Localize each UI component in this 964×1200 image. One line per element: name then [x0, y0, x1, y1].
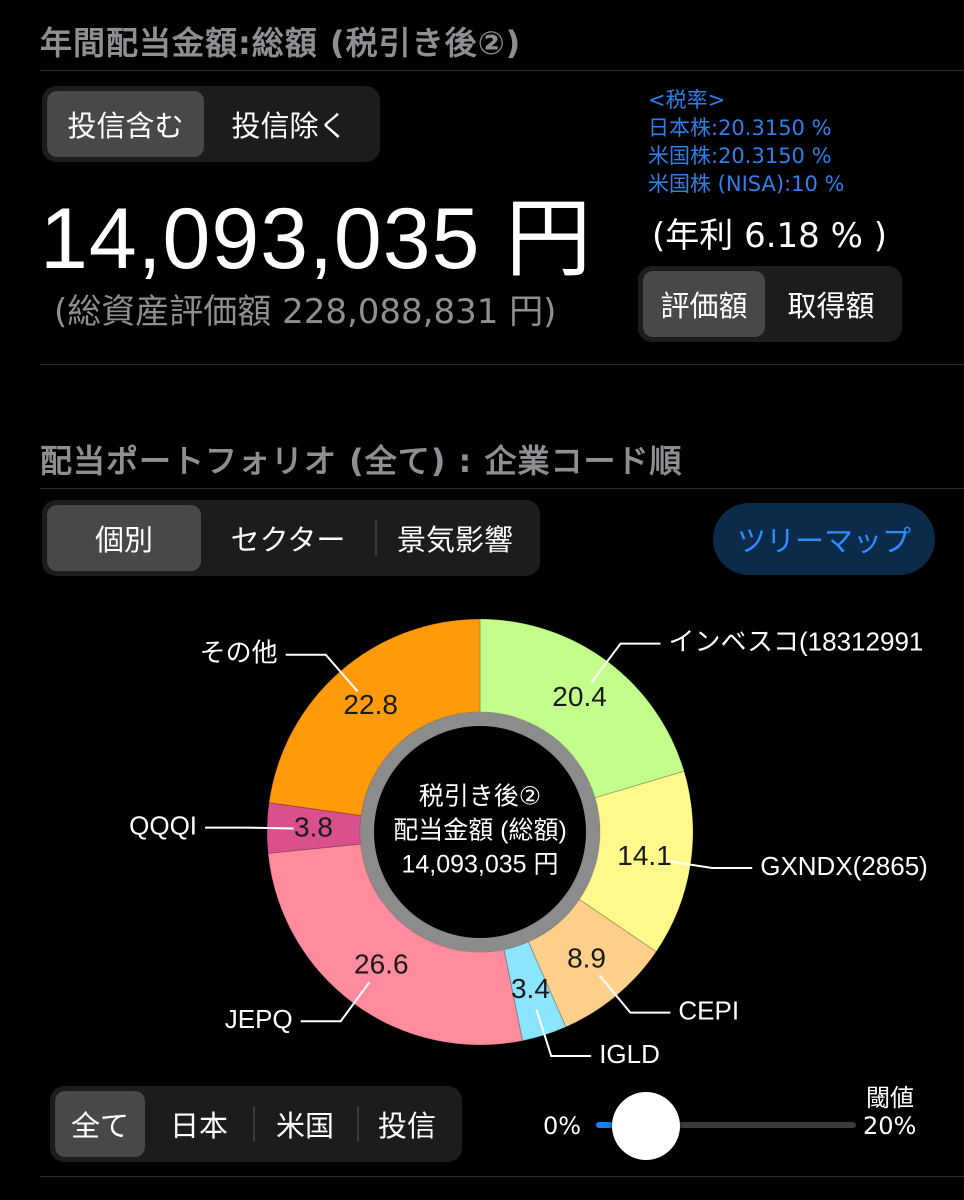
center-label-3: 14,093,035 円: [401, 851, 558, 879]
filter-us[interactable]: 米国: [253, 1091, 357, 1157]
slice-value-label: 3.4: [511, 973, 550, 1004]
threshold-slider-knob[interactable]: [612, 1092, 680, 1160]
filter-all[interactable]: 全て: [55, 1091, 145, 1157]
region-filter: 全て 日本 米国 投信: [50, 1086, 462, 1162]
annual-yield: (年利 6.18 % ): [652, 216, 887, 256]
portfolio-tabs: 個別 セクター 景気影響: [42, 500, 540, 576]
tax-rate-us: 米国株:20.3150 %: [648, 144, 832, 168]
tax-rate-title: <税率>: [648, 88, 726, 112]
slice-value-label: 8.9: [567, 942, 606, 973]
fund-toggle: 投信含む 投信除く: [42, 86, 380, 162]
dividend-donut-chart: 20.4 インベスコ(18312991 14.1 GXNDX(2865) 8.9 CEPI…: [129, 618, 928, 1069]
slice-name-label: JEPQ: [225, 1004, 293, 1034]
tax-rate-nisa: 米国株 (NISA):10 %: [648, 172, 845, 196]
basis-toggle: 評価額 取得額: [638, 266, 902, 342]
slice-value-label: 22.8: [343, 689, 398, 720]
filter-fund[interactable]: 投信: [357, 1091, 457, 1157]
total-dividend-amount: 14,093,035 円: [40, 191, 593, 287]
fund-toggle-include[interactable]: 投信含む: [47, 91, 204, 157]
divider: [40, 1176, 964, 1177]
threshold-max-label: 20%: [863, 1112, 917, 1140]
threshold-label: 閾値: [866, 1084, 914, 1112]
total-asset-value: (総資産評価額 228,088,831 円): [54, 292, 557, 332]
basis-toggle-cost[interactable]: 取得額: [765, 271, 897, 337]
slice-value-label: 26.6: [354, 948, 409, 979]
tab-economic-impact[interactable]: 景気影響: [375, 505, 535, 571]
basis-toggle-market-value[interactable]: 評価額: [643, 271, 765, 337]
page-title: 年間配当金額:総額 (税引き後②): [40, 24, 522, 62]
slice-value-label: 3.8: [294, 811, 333, 842]
tab-individual[interactable]: 個別: [47, 505, 201, 571]
divider: [40, 70, 964, 71]
treemap-button[interactable]: ツリーマップ: [713, 503, 935, 575]
threshold-slider-fill: [596, 1122, 612, 1128]
divider: [40, 364, 964, 365]
center-label-2: 配当金額 (総額): [393, 817, 567, 845]
slice-name-label: GXNDX(2865): [760, 851, 928, 881]
slice-name-label: その他: [200, 638, 278, 668]
tax-rate-jp: 日本株:20.3150 %: [648, 116, 832, 140]
filter-japan[interactable]: 日本: [145, 1091, 253, 1157]
fund-toggle-exclude[interactable]: 投信除く: [204, 91, 375, 157]
slice-leader-line: [205, 826, 294, 830]
tab-sector[interactable]: セクター: [201, 505, 375, 571]
center-label-1: 税引き後②: [419, 783, 541, 811]
slice-name-label: CEPI: [678, 995, 739, 1025]
portfolio-title: 配当ポートフォリオ (全て) : 企業コード順: [40, 442, 683, 480]
slice-name-label: IGLD: [599, 1039, 660, 1069]
slice-name-label: QQQI: [129, 810, 197, 840]
slice-value-label: 20.4: [552, 681, 607, 712]
divider: [40, 488, 964, 489]
threshold-min-label: 0%: [543, 1112, 582, 1140]
slice-name-label: インベスコ(18312991: [669, 627, 924, 657]
slice-value-label: 14.1: [617, 840, 672, 871]
